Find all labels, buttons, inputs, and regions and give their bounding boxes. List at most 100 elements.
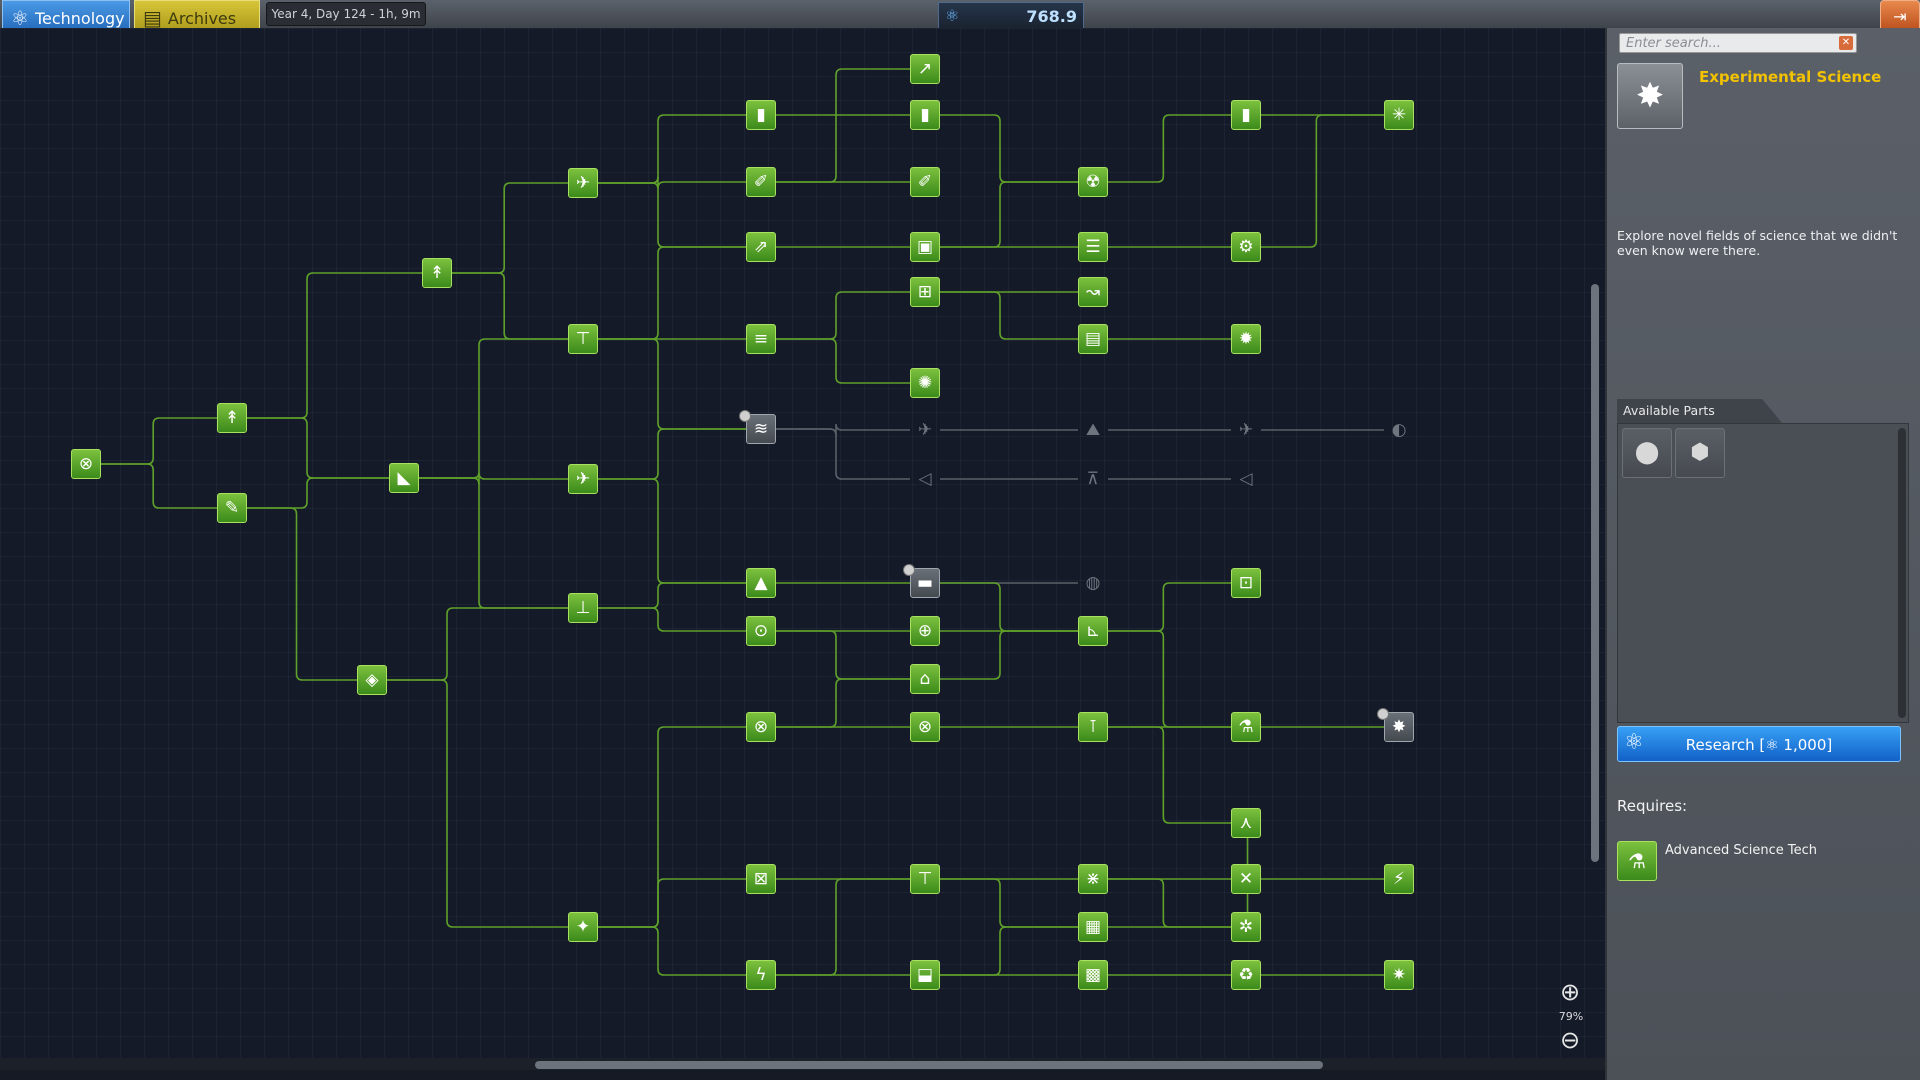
advanced-rocketry-node[interactable]: ✈ [568, 168, 598, 198]
research-button-label: Research [⚛ 1,000] [1685, 736, 1833, 754]
science-points-value: 768.9 [1026, 7, 1077, 26]
propulsion-systems-node[interactable]: ⇗ [746, 232, 776, 262]
node-status-badge [739, 410, 751, 422]
search-clear-icon[interactable]: ✕ [1839, 36, 1853, 50]
end-grey-node[interactable]: ◐ [1384, 415, 1414, 445]
composites-node[interactable]: ✺ [910, 368, 940, 398]
tech-link-flight-control-landing [598, 582, 746, 609]
top-science-node[interactable]: ✷ [1384, 960, 1414, 990]
fuel-systems-node[interactable]: ✐ [746, 167, 776, 197]
advanced-science-icon: ⚗ [1617, 841, 1657, 881]
supersonic-flight-node[interactable]: ⛰ [1078, 415, 1108, 445]
tech-tree-canvas[interactable]: ⊗ ↟ ✎ ↟ ◣ ◈ ✈ ⊤ ✈ ⊥ ✦ ▮ ✐ ⇗ ≡ ≋ ▲ ⊙ ⊗ ⊠ ϟ ↗ ▮ ✐ ▣ ⊞ ✺ ✈ ◁ ▬ ⊕ ⌂ ⊗ ⊤ ⬓ ☢ ☰ ↝ ▤ ⛰… [0, 28, 1605, 1068]
precision-engineering-node[interactable]: ⌂ [910, 664, 940, 694]
very-heavy-rocketry-node[interactable]: ↗ [910, 54, 940, 84]
experimental-aerodynamics-node[interactable]: ♻ [1231, 960, 1261, 990]
landing-node[interactable]: ▲ [746, 568, 776, 598]
advanced-flight-control-node[interactable]: ⊙ [746, 616, 776, 646]
composites-2-node[interactable]: ✹ [1231, 324, 1261, 354]
heavy-landing-node[interactable]: ◍ [1078, 568, 1108, 598]
tech-title: Experimental Science [1699, 68, 1882, 86]
automation-node[interactable]: ▦ [1078, 912, 1108, 942]
tech-link-flight-control-advanced-flight-control [598, 607, 746, 632]
tech-link-basic-science-miniaturization [598, 878, 746, 928]
advanced-fuel-systems-node[interactable]: ✐ [910, 167, 940, 197]
aviation-node[interactable]: ✈ [568, 464, 598, 494]
heavier-rocketry-node[interactable]: ▮ [910, 100, 940, 130]
start-node[interactable]: ⊗ [71, 449, 101, 479]
survivability-node[interactable]: ◈ [357, 665, 387, 695]
heavy-rocketry-2-node[interactable]: ▮ [1231, 100, 1261, 130]
parts-scrollbar[interactable] [1898, 428, 1906, 718]
tech-tree-connections [101, 68, 1384, 976]
tech-link-experimental-motors-top-rocketry [1261, 114, 1384, 248]
advanced-exploration-node[interactable]: ⊗ [910, 712, 940, 742]
tech-link-stability-general-construction [419, 338, 568, 479]
experimental-electrics-node[interactable]: ▩ [1078, 960, 1108, 990]
high-performance-fuel-node[interactable]: ☰ [1078, 232, 1108, 262]
search-input[interactable]: Enter search... [1619, 33, 1857, 53]
precision-propulsion-node[interactable]: ⊤ [910, 864, 940, 894]
specialized-construction-node[interactable]: ⊞ [910, 277, 940, 307]
general-construction-node[interactable]: ⊤ [568, 324, 598, 354]
advanced-aerodynamics-node[interactable]: ◁ [910, 464, 940, 494]
unmanned-tech-node[interactable]: ⋏ [1231, 808, 1261, 838]
tree-horizontal-scrollbar[interactable] [535, 1061, 1323, 1069]
tech-link-large-volume-containment-nuclear-propulsion [940, 181, 1078, 248]
tech-link-precision-engineering-advanced-unmanned [940, 630, 1078, 680]
advanced-unmanned-node[interactable]: ⊾ [1078, 616, 1108, 646]
miniaturization-node[interactable]: ⊠ [746, 864, 776, 894]
stability-node[interactable]: ◣ [389, 463, 419, 493]
advanced-landing-node[interactable]: ▬ [910, 568, 940, 598]
electrics-node[interactable]: ϟ [746, 960, 776, 990]
heavy-rocketry-node[interactable]: ▮ [746, 100, 776, 130]
tech-description: Explore novel fields of science that we … [1617, 228, 1898, 258]
electronics-node[interactable]: ⊺ [1078, 712, 1108, 742]
tech-link-engineering-101-survivability [247, 507, 357, 681]
basic-rocketry-node[interactable]: ↟ [217, 403, 247, 433]
large-volume-containment-node[interactable]: ▣ [910, 232, 940, 262]
tech-link-advanced-rocketry-heavy-rocketry [598, 114, 746, 184]
zoom-in-button[interactable]: ⊕ [1555, 977, 1585, 1007]
large-unmanned-node[interactable]: ✲ [1231, 912, 1261, 942]
engineering-101-node[interactable]: ✎ [217, 493, 247, 523]
flight-control-node[interactable]: ⊥ [568, 593, 598, 623]
basic-science-node[interactable]: ✦ [568, 912, 598, 942]
nuclear-propulsion-node[interactable]: ☢ [1078, 167, 1108, 197]
experimental-motors-node[interactable]: ⚙ [1231, 232, 1261, 262]
specialized-control-node[interactable]: ⊕ [910, 616, 940, 646]
experimental-science-node[interactable]: ✸ [1384, 712, 1414, 742]
high-altitude-flight-node[interactable]: ⊼ [1078, 464, 1108, 494]
zoom-out-button[interactable]: ⊖ [1555, 1025, 1585, 1055]
science-points-display: ⚛ 768.9 [938, 2, 1084, 30]
research-button[interactable]: ⚛ Research [⚛ 1,000] [1617, 726, 1901, 762]
top-rocketry-node[interactable]: ✳ [1384, 100, 1414, 130]
tree-vertical-scrollbar[interactable] [1591, 284, 1599, 862]
advanced-construction-node[interactable]: ≡ [746, 324, 776, 354]
space-exploration-node[interactable]: ⊗ [746, 712, 776, 742]
tech-link-stability-flight-control [419, 477, 568, 609]
tech-link-general-construction-aerodynamics [598, 338, 746, 430]
field-science-node[interactable]: ⊡ [1231, 568, 1261, 598]
hypersonic-flight-node[interactable]: ✈ [1231, 415, 1261, 445]
node-status-badge [903, 564, 915, 576]
tech-link-basic-science-electrics [598, 926, 746, 976]
subsonic-flight-node[interactable]: ✈ [910, 415, 940, 445]
tech-link-advanced-construction-composites [776, 338, 910, 384]
available-parts-tab[interactable]: Available Parts [1617, 399, 1782, 423]
top-electrics-node[interactable]: ⚡ [1384, 864, 1414, 894]
advanced-electrics-node[interactable]: ⬓ [910, 960, 940, 990]
tech-link-heavier-rocketry-nuclear-propulsion [940, 114, 1078, 183]
ion-propulsion-node[interactable]: ⋇ [1078, 864, 1108, 894]
advanced-science-node[interactable]: ⚗ [1231, 712, 1261, 742]
specialized-electrics-node[interactable]: ✕ [1231, 864, 1261, 894]
part-icon[interactable]: ⬢ [1675, 428, 1725, 478]
advanced-motors-node[interactable]: ↝ [1078, 277, 1108, 307]
general-rocketry-node[interactable]: ↟ [422, 258, 452, 288]
meta-materials-node[interactable]: ▤ [1078, 324, 1108, 354]
part-icon[interactable]: ⬤ [1622, 428, 1672, 478]
tech-link-advanced-landing-advanced-unmanned [940, 582, 1078, 632]
exit-icon: ⇥ [1893, 7, 1907, 26]
aerospace-tech-node[interactable]: ◁ [1231, 464, 1261, 494]
aerodynamics-node[interactable]: ≋ [746, 414, 776, 444]
